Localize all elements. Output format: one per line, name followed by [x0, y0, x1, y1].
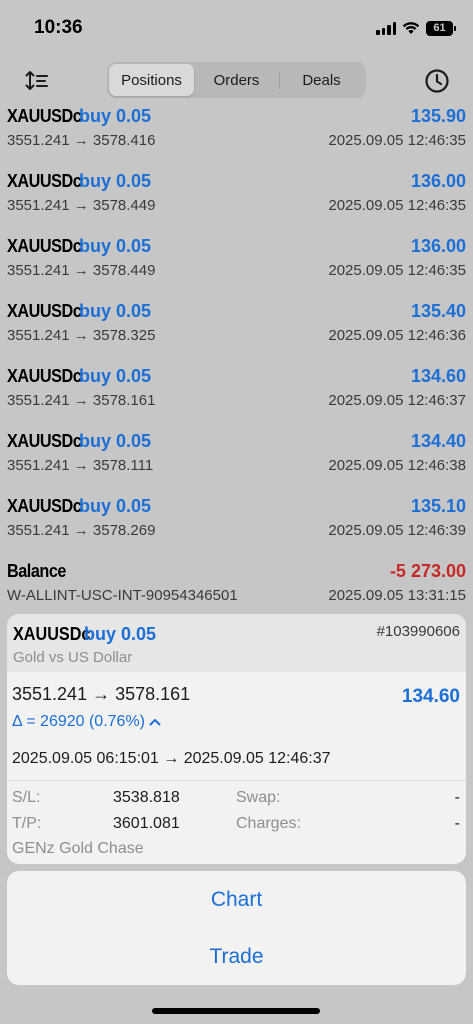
position-profit: 134.40	[410, 431, 466, 451]
toolbar: Positions Orders Deals	[0, 62, 473, 100]
swap-label: Swap:	[236, 789, 281, 806]
position-prices: 3551.241 → 3578.449	[7, 262, 156, 279]
position-detail-card: XAUUSDc buy 0.05 #103990606 Gold vs US D…	[7, 614, 466, 864]
position-symbol: XAUUSDc	[7, 301, 82, 321]
battery-icon: 61	[426, 20, 456, 36]
sort-icon[interactable]	[24, 68, 50, 94]
position-time: 2025.09.05 12:46:39	[328, 522, 466, 539]
position-profit: 135.40	[410, 301, 466, 321]
position-type: buy 0.05	[79, 171, 152, 191]
detail-times: 2025.09.05 06:15:01 → 2025.09.05 12:46:3…	[12, 750, 331, 767]
balance-time: 2025.09.05 13:31:15	[328, 587, 466, 604]
position-prices: 3551.241 → 3578.161	[7, 392, 156, 409]
position-type: buy 0.05	[79, 236, 152, 256]
positions-list: XAUUSDc buy 0.05 135.90 3551.241 → 3578.…	[0, 98, 473, 618]
position-time: 2025.09.05 12:46:37	[328, 392, 466, 409]
position-time: 2025.09.05 12:46:35	[328, 132, 466, 149]
wifi-icon	[402, 22, 420, 34]
position-row[interactable]: XAUUSDc buy 0.05 135.90 3551.241 → 3578.…	[0, 98, 473, 163]
detail-ticket: #103990606	[376, 623, 460, 640]
detail-prices: 3551.241 → 3578.161	[12, 684, 191, 704]
tab-orders[interactable]: Orders	[194, 64, 279, 96]
chart-button[interactable]: Chart	[7, 871, 466, 928]
status-time: 10:36	[34, 17, 83, 38]
action-sheet: Chart Trade	[7, 871, 466, 985]
balance-value: -5 273.00	[389, 561, 466, 581]
history-clock-icon[interactable]	[423, 67, 451, 95]
position-profit: 135.10	[410, 496, 466, 516]
position-row[interactable]: XAUUSDc buy 0.05 135.40 3551.241 → 3578.…	[0, 293, 473, 358]
status-bar: 10:36 61	[0, 0, 473, 56]
position-prices: 3551.241 → 3578.111	[7, 457, 154, 474]
position-type: buy 0.05	[79, 496, 152, 516]
detail-description: Gold vs US Dollar	[13, 649, 133, 666]
position-symbol: XAUUSDc	[7, 106, 82, 126]
charges-label: Charges:	[236, 815, 301, 832]
position-time: 2025.09.05 12:46:38	[328, 457, 466, 474]
balance-label: Balance	[7, 561, 66, 581]
position-type: buy 0.05	[79, 106, 152, 126]
status-icons: 61	[376, 19, 456, 37]
detail-comment: GENz Gold Chase	[12, 840, 144, 857]
position-type: buy 0.05	[79, 301, 152, 321]
position-symbol: XAUUSDc	[7, 496, 82, 516]
position-row[interactable]: XAUUSDc buy 0.05 135.10 3551.241 → 3578.…	[0, 488, 473, 553]
position-profit: 136.00	[410, 236, 466, 256]
position-type: buy 0.05	[79, 366, 152, 386]
position-type: buy 0.05	[79, 431, 152, 451]
sl-label: S/L:	[12, 789, 41, 806]
position-symbol: XAUUSDc	[7, 171, 82, 191]
battery-level: 61	[433, 22, 446, 34]
detail-profit: 134.60	[401, 686, 460, 707]
tp-value: 3601.081	[113, 815, 180, 832]
position-symbol: XAUUSDc	[7, 236, 82, 256]
detail-header: XAUUSDc buy 0.05 #103990606 Gold vs US D…	[7, 614, 466, 672]
position-time: 2025.09.05 12:46:36	[328, 327, 466, 344]
position-time: 2025.09.05 12:46:35	[328, 262, 466, 279]
tab-deals[interactable]: Deals	[279, 64, 364, 96]
home-indicator[interactable]	[152, 1008, 320, 1014]
position-profit: 134.60	[410, 366, 466, 386]
cellular-signal-icon	[376, 21, 396, 35]
position-row[interactable]: XAUUSDc buy 0.05 134.60 3551.241 → 3578.…	[0, 358, 473, 423]
position-prices: 3551.241 → 3578.269	[7, 522, 156, 539]
tab-positions[interactable]: Positions	[109, 64, 194, 96]
swap-value: -	[454, 789, 460, 806]
trade-button[interactable]: Trade	[7, 928, 466, 985]
position-time: 2025.09.05 12:46:35	[328, 197, 466, 214]
position-prices: 3551.241 → 3578.449	[7, 197, 156, 214]
tab-segmented-control: Positions Orders Deals	[107, 62, 366, 98]
detail-divider	[7, 780, 466, 781]
charges-value: -	[454, 815, 460, 832]
detail-type: buy 0.05	[84, 624, 157, 644]
position-row[interactable]: XAUUSDc buy 0.05 136.00 3551.241 → 3578.…	[0, 163, 473, 228]
sl-value: 3538.818	[113, 789, 180, 806]
position-prices: 3551.241 → 3578.416	[7, 132, 156, 149]
tp-label: T/P:	[12, 815, 42, 832]
balance-account: W-ALLINT-USC-INT-90954346501	[7, 587, 238, 604]
position-row[interactable]: XAUUSDc buy 0.05 136.00 3551.241 → 3578.…	[0, 228, 473, 293]
position-profit: 135.90	[410, 106, 466, 126]
position-prices: 3551.241 → 3578.325	[7, 327, 156, 344]
position-symbol: XAUUSDc	[7, 366, 82, 386]
position-profit: 136.00	[410, 171, 466, 191]
chevron-up-icon	[149, 719, 161, 726]
detail-symbol: XAUUSDc	[13, 624, 91, 644]
position-symbol: XAUUSDc	[7, 431, 82, 451]
position-row[interactable]: XAUUSDc buy 0.05 134.40 3551.241 → 3578.…	[0, 423, 473, 488]
detail-change-text: Δ = 26920 (0.76%)	[12, 713, 145, 730]
detail-change[interactable]: Δ = 26920 (0.76%)	[12, 713, 161, 731]
balance-row[interactable]: Balance -5 273.00 W-ALLINT-USC-INT-90954…	[0, 553, 473, 618]
